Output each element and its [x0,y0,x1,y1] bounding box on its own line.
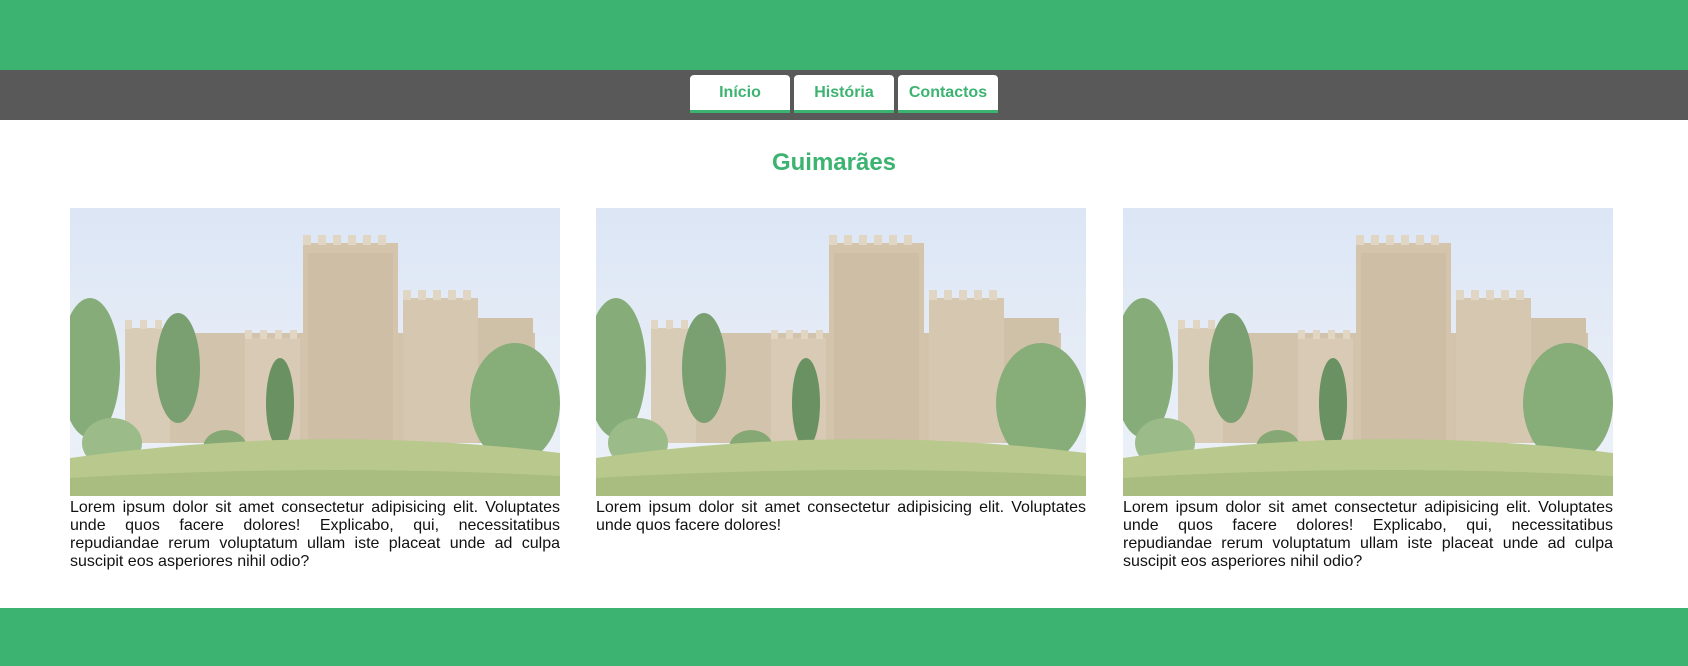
nav-item-contactos[interactable]: Contactos [898,75,998,113]
page-title: Guimarães [771,149,897,176]
card-text: Lorem ipsum dolor sit amet consectetur a… [70,499,560,570]
castle-image [596,208,1086,496]
card: Lorem ipsum dolor sit amet consectetur a… [70,208,560,571]
card-text: Lorem ipsum dolor sit amet consectetur a… [1123,499,1613,570]
nav-item-historia[interactable]: História [794,75,894,113]
header-band [0,0,1688,70]
castle-image [1123,208,1613,496]
castle-image [70,208,560,496]
page: Início História Contactos Guimarães Lore… [0,0,1688,666]
card-text: Lorem ipsum dolor sit amet consectetur a… [596,499,1086,534]
nav-bar: Início História Contactos [0,70,1688,120]
card: Lorem ipsum dolor sit amet consectetur a… [1123,208,1613,571]
card: Lorem ipsum dolor sit amet consectetur a… [596,208,1086,535]
nav-item-inicio[interactable]: Início [690,75,790,113]
footer-band [0,608,1688,666]
